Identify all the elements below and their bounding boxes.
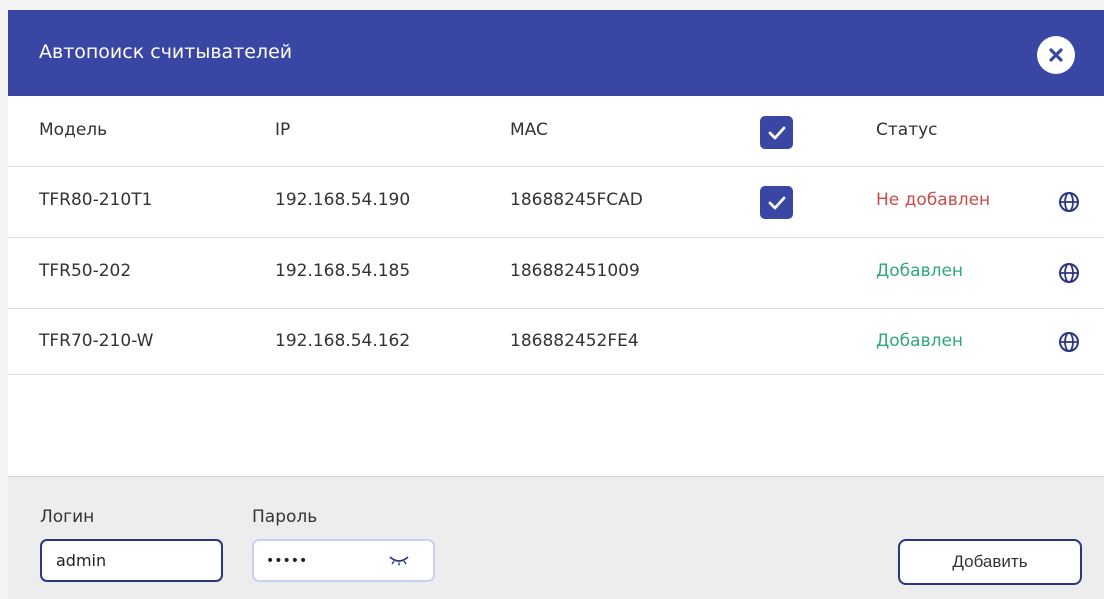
login-label: Логин: [40, 507, 95, 527]
row-status: Добавлен: [876, 261, 964, 281]
column-header-ip: IP: [275, 120, 291, 140]
login-input[interactable]: [40, 539, 223, 582]
table-row[interactable]: TFR70-210-W 192.168.54.162 186882452FE4 …: [8, 309, 1104, 375]
row-ip: 192.168.54.185: [275, 261, 411, 281]
row-model: TFR70-210-W: [39, 331, 154, 351]
row-checkbox[interactable]: [760, 186, 793, 219]
autosearch-dialog: Автопоиск считывателей Модель IP MAC Ста…: [8, 10, 1104, 599]
credentials-footer: Логин Пароль Добавить: [8, 476, 1104, 599]
password-input[interactable]: [254, 541, 389, 580]
table-row[interactable]: TFR50-202 192.168.54.185 186882451009 До…: [8, 238, 1104, 308]
row-model: TFR80-210T1: [39, 190, 153, 210]
row-ip: 192.168.54.190: [275, 190, 411, 210]
checkmark-icon: [768, 126, 785, 139]
row-mac: 18688245FCAD: [510, 190, 643, 210]
close-icon: [1049, 48, 1063, 62]
password-field[interactable]: [252, 539, 435, 582]
password-label: Пароль: [252, 507, 318, 527]
column-header-model: Модель: [39, 120, 108, 140]
column-header-mac: MAC: [510, 120, 548, 140]
checkmark-icon: [768, 196, 785, 209]
row-status: Не добавлен: [876, 190, 991, 210]
row-mac: 186882451009: [510, 261, 640, 281]
globe-icon[interactable]: [1058, 191, 1080, 213]
column-header-status: Статус: [876, 120, 938, 140]
table-header-row: Модель IP MAC Статус: [8, 96, 1104, 166]
eye-closed-icon[interactable]: [388, 553, 410, 567]
select-all-checkbox[interactable]: [760, 116, 793, 149]
row-ip: 192.168.54.162: [275, 331, 411, 351]
divider: [8, 374, 1104, 375]
row-model: TFR50-202: [39, 261, 132, 281]
row-status: Добавлен: [876, 331, 964, 351]
globe-icon[interactable]: [1058, 262, 1080, 284]
globe-icon[interactable]: [1058, 331, 1080, 353]
close-button[interactable]: [1037, 36, 1075, 74]
table-row[interactable]: TFR80-210T1 192.168.54.190 18688245FCAD …: [8, 167, 1104, 237]
dialog-title: Автопоиск считывателей: [39, 41, 293, 63]
row-mac: 186882452FE4: [510, 331, 639, 351]
add-button[interactable]: Добавить: [898, 539, 1082, 585]
dialog-header: Автопоиск считывателей: [8, 10, 1104, 96]
